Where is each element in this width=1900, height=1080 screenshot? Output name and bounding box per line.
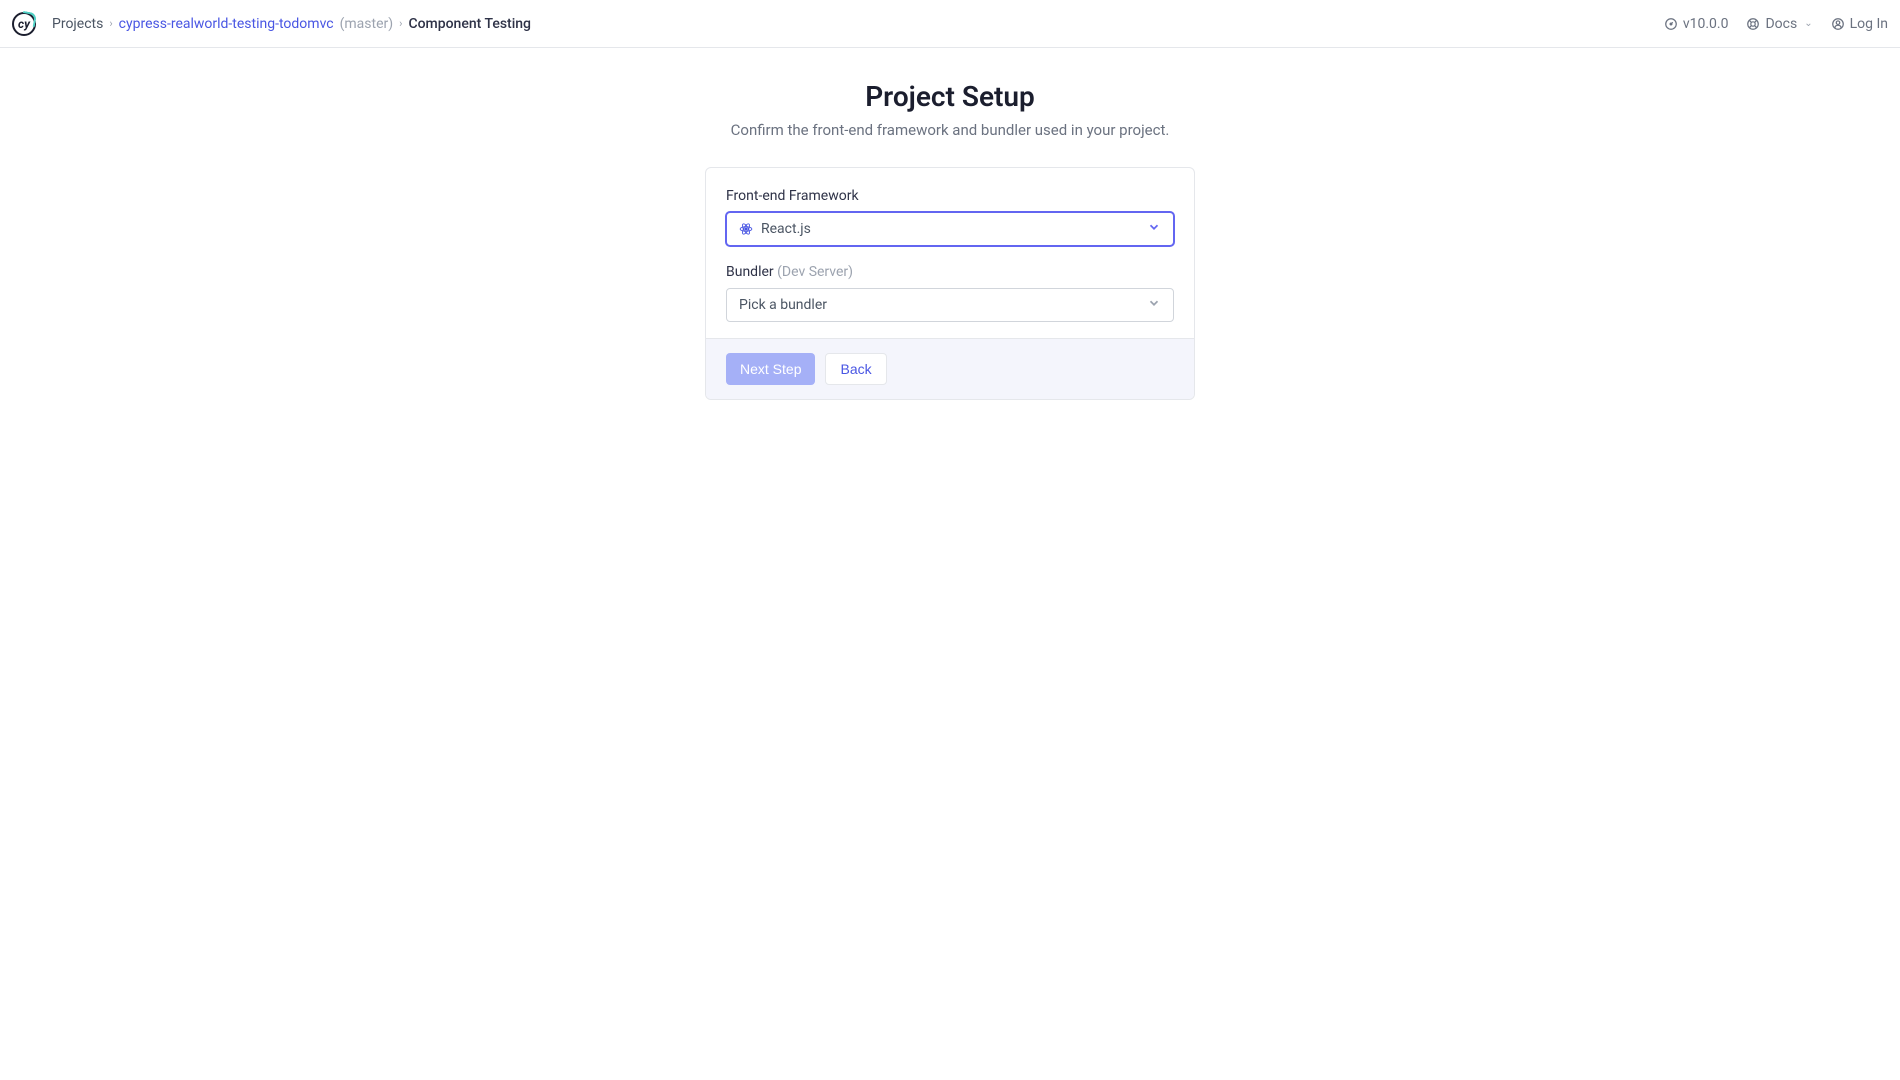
- framework-field-group: Front-end Framework React.js: [726, 188, 1174, 246]
- login-button[interactable]: Log In: [1831, 16, 1888, 32]
- main-content: Project Setup Confirm the front-end fram…: [0, 48, 1900, 400]
- breadcrumb-project-link[interactable]: cypress-realworld-testing-todomvc: [119, 16, 334, 32]
- breadcrumb: Projects › cypress-realworld-testing-tod…: [52, 16, 531, 32]
- card-body: Front-end Framework React.js: [706, 168, 1194, 338]
- select-value: React.js: [739, 221, 811, 237]
- bundler-hint: (Dev Server): [777, 264, 853, 280]
- bundler-select[interactable]: Pick a bundler: [726, 288, 1174, 322]
- user-icon: [1831, 17, 1845, 31]
- header-right: v10.0.0 Docs ⌄ Log In: [1664, 16, 1888, 32]
- login-text: Log In: [1850, 16, 1888, 32]
- bundler-placeholder: Pick a bundler: [739, 297, 827, 313]
- docs-text: Docs: [1765, 16, 1797, 32]
- breadcrumb-current: Component Testing: [408, 16, 531, 32]
- cypress-logo[interactable]: cy: [12, 12, 36, 36]
- version-indicator[interactable]: v10.0.0: [1664, 16, 1729, 32]
- page-title: Project Setup: [865, 80, 1035, 113]
- react-icon: [739, 222, 753, 236]
- framework-select[interactable]: React.js: [726, 212, 1174, 246]
- bundler-label-text: Bundler: [726, 264, 774, 280]
- life-ring-icon: [1746, 17, 1760, 31]
- version-text: v10.0.0: [1683, 16, 1729, 32]
- breadcrumb-branch: (master): [340, 16, 394, 32]
- breadcrumb-projects[interactable]: Projects: [52, 16, 103, 32]
- page-subtitle: Confirm the front-end framework and bund…: [731, 121, 1170, 139]
- bundler-field-group: Bundler (Dev Server) Pick a bundler: [726, 264, 1174, 322]
- next-step-button[interactable]: Next Step: [726, 353, 815, 385]
- chevron-down-icon: ⌄: [1804, 18, 1812, 29]
- docs-link[interactable]: Docs ⌄: [1746, 16, 1812, 32]
- chevron-right-icon: ›: [399, 17, 402, 30]
- back-button[interactable]: Back: [825, 353, 886, 385]
- bundler-label: Bundler (Dev Server): [726, 264, 1174, 280]
- setup-card: Front-end Framework React.js: [705, 167, 1195, 400]
- header-left: cy Projects › cypress-realworld-testing-…: [12, 12, 531, 36]
- chevron-down-icon: [1147, 220, 1161, 238]
- select-placeholder: Pick a bundler: [739, 297, 827, 313]
- chevron-down-icon: [1147, 296, 1161, 314]
- framework-label: Front-end Framework: [726, 188, 1174, 204]
- card-footer: Next Step Back: [706, 338, 1194, 399]
- odometer-icon: [1664, 17, 1678, 31]
- chevron-right-icon: ›: [109, 17, 112, 30]
- framework-selected: React.js: [761, 221, 811, 237]
- header: cy Projects › cypress-realworld-testing-…: [0, 0, 1900, 48]
